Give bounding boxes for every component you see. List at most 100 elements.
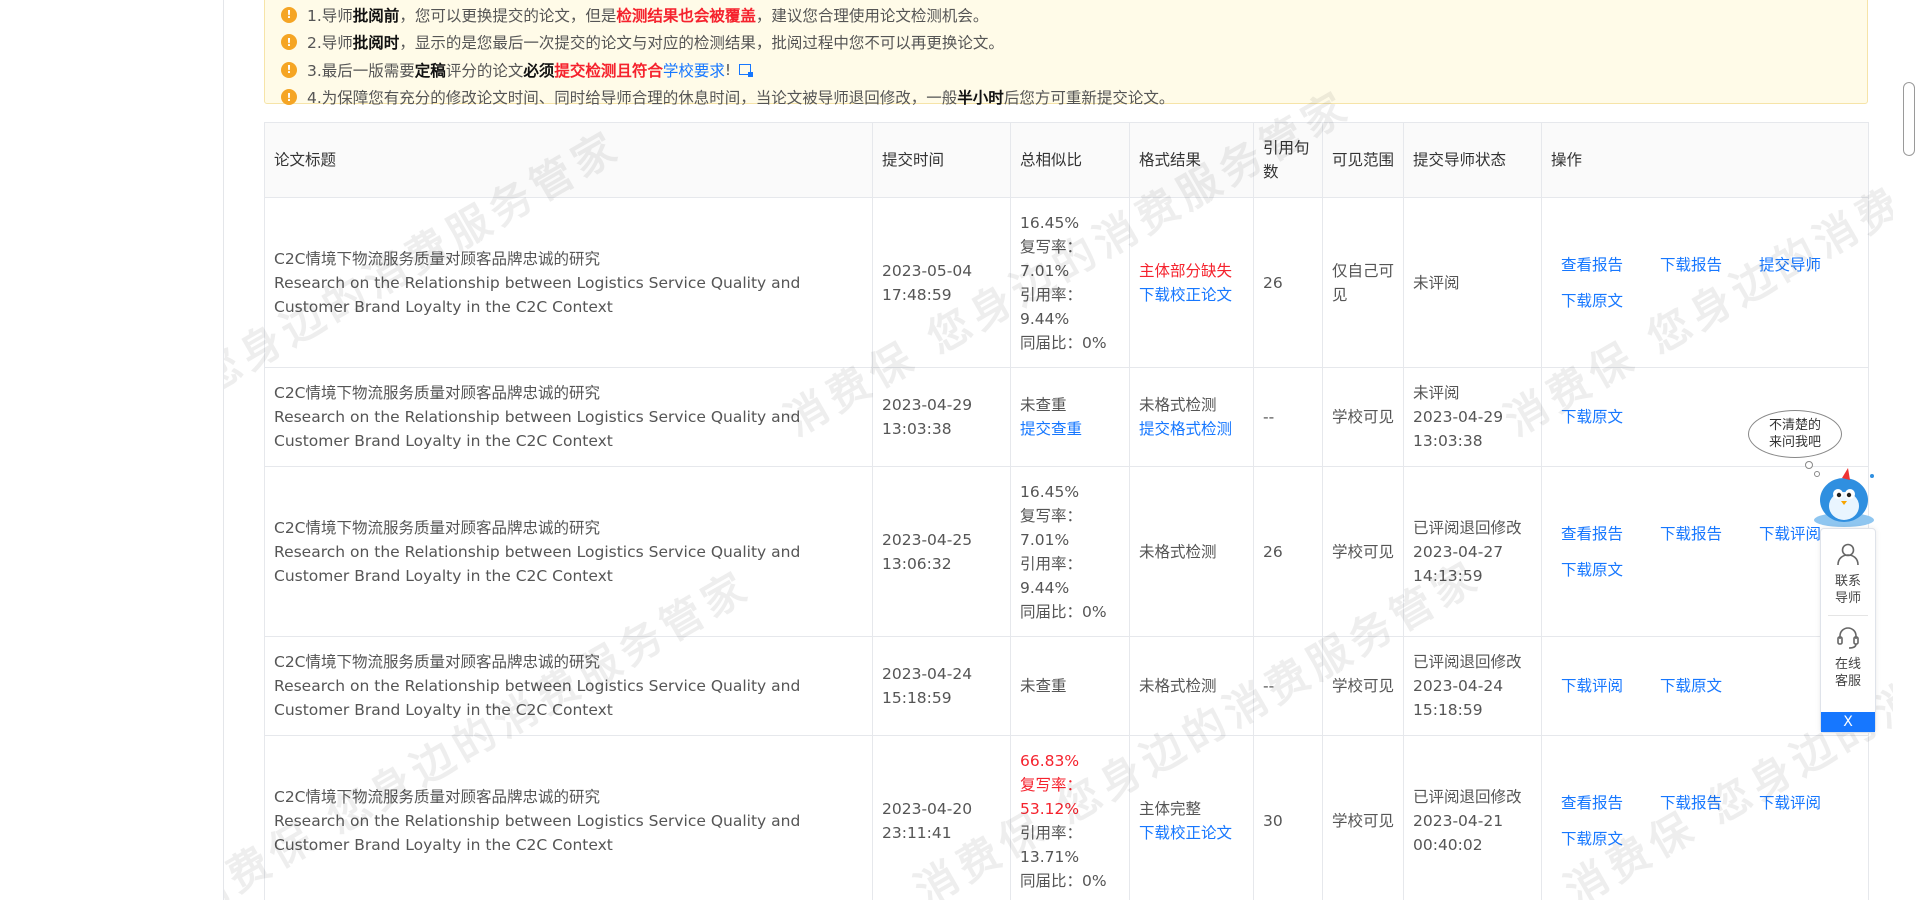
download-corrected-link[interactable]: 下载校正论文	[1139, 821, 1244, 845]
warning-icon: !	[281, 61, 297, 78]
title-en: Research on the Relationship between Log…	[274, 273, 801, 316]
left-sidebar	[0, 0, 224, 900]
title-cn: C2C情境下物流服务质量对顾客品牌忠诚的研究	[274, 787, 601, 806]
citation-count: 26	[1253, 197, 1323, 368]
thesis-table: 论文标题 提交时间 总相似比 格式结果 引用句数 可见范围 提交导师状态 操作 …	[264, 122, 1869, 900]
col-visibility: 可见范围	[1322, 122, 1404, 198]
visibility: 仅自己可见	[1322, 197, 1404, 368]
format-cell: 未格式检测	[1129, 466, 1254, 637]
title-cn: C2C情境下物流服务质量对顾客品牌忠诚的研究	[274, 653, 601, 671]
submit-time: 2023-04-25 13:06:32	[872, 466, 1011, 637]
download-original-link[interactable]: 下载原文	[1561, 283, 1660, 319]
submit-advisor-link[interactable]: 提交导师	[1759, 247, 1858, 283]
download-corrected-link[interactable]: 下载校正论文	[1139, 283, 1244, 307]
title-cell: C2C情境下物流服务质量对顾客品牌忠诚的研究 Research on the Re…	[264, 367, 873, 467]
citation-count: 26	[1253, 466, 1323, 637]
visibility: 学校可见	[1322, 367, 1404, 467]
status-cell: 已评阅退回修改 2023-04-24 15:18:59	[1403, 636, 1542, 736]
download-original-link[interactable]: 下载原文	[1660, 668, 1759, 704]
contact-advisor-button[interactable]: 联系 导师	[1821, 529, 1875, 607]
view-report-link[interactable]: 查看报告	[1561, 785, 1660, 821]
submit-time: 2023-05-04 17:48:59	[872, 197, 1011, 368]
col-actions: 操作	[1541, 122, 1869, 198]
title-cell: C2C情境下物流服务质量对顾客品牌忠诚的研究 Research on the Re…	[264, 735, 873, 900]
scrollbar-thumb[interactable]	[1903, 82, 1915, 156]
download-report-link[interactable]: 下载报告	[1660, 247, 1759, 283]
warning-icon: !	[281, 6, 297, 23]
headset-icon	[1837, 627, 1859, 649]
table-header: 论文标题 提交时间 总相似比 格式结果 引用句数 可见范围 提交导师状态 操作	[264, 122, 1869, 198]
online-service-button[interactable]: 在线 客服	[1821, 624, 1875, 690]
citation-count: --	[1253, 636, 1323, 736]
col-advisor-status: 提交导师状态	[1403, 122, 1542, 198]
col-title: 论文标题	[264, 122, 873, 198]
similarity-cell: 66.83% 复写率：53.12% 引用率：13.71% 同届比：0%	[1010, 735, 1130, 900]
assistant-side-panel: 联系 导师 在线 客服 X	[1820, 528, 1876, 733]
format-cell: 未格式检测	[1129, 636, 1254, 736]
title-en: Research on the Relationship between Log…	[274, 811, 801, 854]
table-row: C2C情境下物流服务质量对顾客品牌忠诚的研究 Research on the Re…	[264, 636, 1869, 736]
school-requirements-link[interactable]: 学校要求	[663, 59, 725, 81]
main-content: ! 1.导师 批阅前 ，您可以更换提交的论文，但是 检测结果也会被覆盖 ，建议您合理使用…	[224, 0, 1893, 900]
actions-cell: 查看报告 下载报告 下载评阅 下载原文	[1541, 735, 1869, 900]
view-report-link[interactable]: 查看报告	[1561, 516, 1660, 552]
title-cell: C2C情境下物流服务质量对顾客品牌忠诚的研究 Research on the Re…	[264, 466, 873, 637]
title-en: Research on the Relationship between Log…	[274, 677, 801, 719]
download-report-link[interactable]: 下载报告	[1660, 516, 1759, 552]
visibility: 学校可见	[1322, 466, 1404, 637]
similarity-cell: 未查重	[1010, 636, 1130, 736]
download-report-link[interactable]: 下载报告	[1660, 785, 1759, 821]
warning-icon: !	[281, 89, 297, 106]
submit-format-check-link[interactable]: 提交格式检测	[1139, 417, 1244, 441]
notice-panel: ! 1.导师 批阅前 ，您可以更换提交的论文，但是 检测结果也会被覆盖 ，建议您合理使用…	[264, 0, 1868, 107]
notice-line-3: ! 3.最后一版需要 定稿 评分的论文 必须 提交检测且符合 学校要求!	[281, 56, 1867, 84]
submit-time: 2023-04-20 23:11:41	[872, 735, 1011, 900]
notice-line-1: ! 1.导师 批阅前 ，您可以更换提交的论文，但是 检测结果也会被覆盖 ，建议您合理使用…	[281, 1, 1867, 29]
download-original-link[interactable]: 下载原文	[1561, 552, 1660, 588]
title-cell: C2C情境下物流服务质量对顾客品牌忠诚的研究 Research on the Re…	[264, 636, 873, 736]
table-row: C2C情境下物流服务质量对顾客品牌忠诚的研究 Research on the Re…	[264, 367, 1869, 467]
title-cn: C2C情境下物流服务质量对顾客品牌忠诚的研究	[274, 384, 601, 402]
scrollbar[interactable]	[1893, 0, 1918, 900]
divider	[1828, 615, 1868, 616]
col-citation-count: 引用句数	[1253, 122, 1323, 198]
format-cell: 主体完整 下载校正论文	[1129, 735, 1254, 900]
title-en: Research on the Relationship between Log…	[274, 408, 801, 450]
col-submit-time: 提交时间	[872, 122, 1011, 198]
table-row: C2C情境下物流服务质量对顾客品牌忠诚的研究 Research on the Re…	[264, 197, 1869, 368]
table-row: C2C情境下物流服务质量对顾客品牌忠诚的研究 Research on the Re…	[264, 466, 1869, 637]
download-original-link[interactable]: 下载原文	[1561, 821, 1660, 857]
download-original-link[interactable]: 下载原文	[1561, 399, 1660, 435]
status-cell: 未评阅	[1403, 197, 1542, 368]
help-bubble[interactable]: 不清楚的 来问我吧	[1748, 410, 1842, 458]
similarity-cell: 16.45% 复写率：7.01% 引用率：9.44% 同届比：0%	[1010, 197, 1130, 368]
download-review-link[interactable]: 下载评阅	[1759, 785, 1858, 821]
submit-time: 2023-04-24 15:18:59	[872, 636, 1011, 736]
person-icon	[1837, 543, 1859, 566]
citation-count: --	[1253, 367, 1323, 467]
title-cn: C2C情境下物流服务质量对顾客品牌忠诚的研究	[274, 249, 601, 268]
external-link-icon[interactable]	[739, 64, 754, 78]
citation-count: 30	[1253, 735, 1323, 900]
similarity-cell: 16.45% 复写率：7.01% 引用率：9.44% 同届比：0%	[1010, 466, 1130, 637]
title-cn: C2C情境下物流服务质量对顾客品牌忠诚的研究	[274, 518, 601, 537]
title-en: Research on the Relationship between Log…	[274, 542, 801, 585]
col-format-result: 格式结果	[1129, 122, 1254, 198]
col-similarity: 总相似比	[1010, 122, 1130, 198]
similarity-cell: 未查重 提交查重	[1010, 367, 1130, 467]
view-report-link[interactable]: 查看报告	[1561, 247, 1660, 283]
table-row: C2C情境下物流服务质量对顾客品牌忠诚的研究 Research on the Re…	[264, 735, 1869, 900]
visibility: 学校可见	[1322, 636, 1404, 736]
close-icon[interactable]: X	[1821, 712, 1875, 732]
submit-check-link[interactable]: 提交查重	[1020, 417, 1120, 441]
warning-icon: !	[281, 34, 297, 51]
actions-cell: 查看报告 下载报告 提交导师 下载原文	[1541, 197, 1869, 368]
download-review-link[interactable]: 下载评阅	[1561, 668, 1660, 704]
penguin-mascot-icon[interactable]	[1812, 466, 1880, 528]
notice-line-4: ! 4.为保障您有充分的修改论文时间、同时给导师合理的休息时间，当论文被导师退回…	[281, 84, 1867, 112]
title-cell: C2C情境下物流服务质量对顾客品牌忠诚的研究 Research on the Re…	[264, 197, 873, 368]
notice-line-2: ! 2.导师 批阅时 ，显示的是您最后一次提交的论文与对应的检测结果，批阅过程中您不…	[281, 29, 1867, 57]
status-cell: 未评阅 2023-04-29 13:03:38	[1403, 367, 1542, 467]
visibility: 学校可见	[1322, 735, 1404, 900]
format-cell: 未格式检测 提交格式检测	[1129, 367, 1254, 467]
